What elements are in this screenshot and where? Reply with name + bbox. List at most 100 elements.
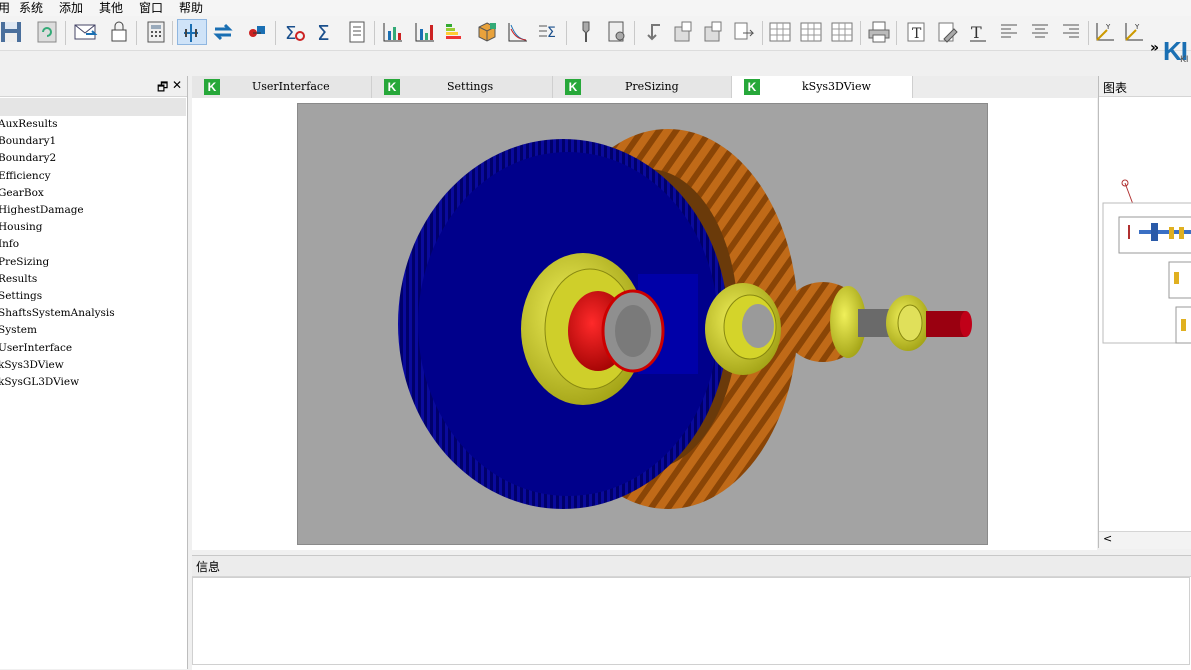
tree-item[interactable]: Boundary1 bbox=[0, 133, 56, 150]
tree-item[interactable]: Boundary2 bbox=[0, 150, 56, 167]
toolbar: Σ Σ Σ T T Y Y » KI bbox=[0, 16, 1191, 66]
table-icon[interactable] bbox=[767, 19, 793, 45]
info-panel-title: 信息 bbox=[196, 560, 221, 574]
diagram-panel: 图表 < bbox=[1098, 76, 1191, 549]
energy-icon[interactable] bbox=[442, 19, 468, 45]
tree-item[interactable]: AuxResults bbox=[0, 116, 58, 133]
document-icon[interactable] bbox=[344, 19, 370, 45]
axis-icon[interactable]: Y bbox=[1092, 19, 1118, 45]
left-tree-panel: 🗗 ✕ AuxResults Boundary1 Boundary2 Efficien… bbox=[0, 76, 188, 669]
menu-item-add[interactable]: 添加 bbox=[59, 0, 83, 16]
k-icon: K bbox=[565, 79, 581, 95]
save-icon[interactable] bbox=[0, 19, 24, 45]
export-icon[interactable] bbox=[731, 19, 757, 45]
align-right-icon[interactable] bbox=[1058, 19, 1084, 45]
horizontal-scrollbar[interactable]: < bbox=[1099, 531, 1191, 549]
toolbar-separator bbox=[374, 21, 375, 45]
node-icon[interactable] bbox=[244, 19, 270, 45]
info-output-area[interactable] bbox=[192, 577, 1190, 665]
scroll-left-arrow[interactable]: < bbox=[1103, 532, 1112, 545]
document-tab-bar: K UserInterface K Settings K PreSizing K… bbox=[192, 76, 1098, 98]
toolbar-separator bbox=[136, 21, 137, 45]
toolbar-separator bbox=[275, 21, 276, 45]
tab-presizing[interactable]: K PreSizing bbox=[553, 76, 732, 98]
tree-item[interactable]: Housing bbox=[0, 219, 42, 236]
view-area bbox=[192, 98, 1097, 550]
toolbar-separator bbox=[860, 21, 861, 45]
mail-icon[interactable] bbox=[72, 19, 98, 45]
tree-item[interactable]: kSysGL3DView bbox=[0, 374, 79, 391]
tree-item[interactable]: ShaftsSystemAnalysis bbox=[0, 305, 115, 322]
table-icon[interactable] bbox=[798, 19, 824, 45]
align-center-icon[interactable] bbox=[1027, 19, 1053, 45]
menu-item-system[interactable]: 系统 bbox=[19, 0, 43, 16]
svg-text:T: T bbox=[971, 23, 982, 42]
menu-item-window[interactable]: 窗口 bbox=[139, 0, 163, 16]
k-icon: K bbox=[384, 79, 400, 95]
info-panel: 信息 bbox=[192, 555, 1191, 670]
tree-item[interactable]: Results bbox=[0, 271, 37, 288]
tree-item[interactable]: HighestDamage bbox=[0, 202, 84, 219]
diagram-panel-header: 图表 bbox=[1099, 76, 1191, 97]
lock-icon[interactable] bbox=[106, 19, 132, 45]
export-icon[interactable] bbox=[670, 19, 696, 45]
tree-item[interactable]: kSys3DView bbox=[0, 357, 64, 374]
menu-item-help[interactable]: 帮助 bbox=[179, 0, 203, 16]
tab-settings[interactable]: K Settings bbox=[372, 76, 553, 98]
refresh-icon[interactable] bbox=[34, 19, 60, 45]
menu-item-use[interactable]: 用 bbox=[0, 0, 10, 16]
tree-root-item[interactable] bbox=[0, 98, 186, 116]
chart-icon[interactable] bbox=[380, 19, 406, 45]
analysis-icon[interactable]: Σ bbox=[282, 19, 308, 45]
align-left-icon[interactable] bbox=[996, 19, 1022, 45]
toolbar-separator bbox=[566, 21, 567, 45]
export-icon[interactable] bbox=[700, 19, 726, 45]
cube-icon[interactable] bbox=[474, 19, 500, 45]
brand-sub-label: KI bbox=[1180, 55, 1189, 65]
settings-icon[interactable] bbox=[604, 19, 630, 45]
svg-text:Y: Y bbox=[1105, 23, 1111, 31]
chart-icon[interactable] bbox=[412, 19, 438, 45]
system-diagram[interactable] bbox=[1099, 97, 1191, 531]
tree-item[interactable]: Info bbox=[0, 236, 19, 253]
arrow-icon[interactable] bbox=[640, 19, 666, 45]
toolbar-separator bbox=[634, 21, 635, 45]
menu-item-other[interactable]: 其他 bbox=[99, 0, 123, 16]
tree-item[interactable]: PreSizing bbox=[0, 254, 49, 271]
tree-item[interactable]: Efficiency bbox=[0, 168, 51, 185]
calculator-icon[interactable] bbox=[143, 19, 169, 45]
tree-item[interactable]: System bbox=[0, 322, 37, 339]
tab-label: Settings bbox=[447, 80, 494, 93]
tab-ksys3dview[interactable]: K kSys3DView bbox=[732, 76, 913, 98]
tree-item[interactable]: GearBox bbox=[0, 185, 44, 202]
curve-icon[interactable] bbox=[505, 19, 531, 45]
left-panel-header: 🗗 ✕ bbox=[0, 76, 187, 97]
text-icon[interactable]: T bbox=[903, 19, 929, 45]
tab-label: UserInterface bbox=[252, 80, 330, 93]
print-icon[interactable] bbox=[866, 19, 892, 45]
sum-icon[interactable]: Σ bbox=[312, 19, 338, 45]
table-icon[interactable] bbox=[829, 19, 855, 45]
3d-viewport[interactable] bbox=[297, 103, 988, 545]
axis-icon[interactable]: Y bbox=[1121, 19, 1147, 45]
float-panel-button[interactable]: 🗗 bbox=[157, 78, 168, 99]
toolbar-separator bbox=[172, 21, 173, 45]
toolbar-separator bbox=[65, 21, 66, 45]
svg-text:Y: Y bbox=[1134, 23, 1140, 31]
tree-item[interactable]: UserInterface bbox=[0, 340, 72, 357]
toolbar-more-button[interactable]: » bbox=[1150, 40, 1159, 56]
svg-text:Σ: Σ bbox=[317, 21, 330, 45]
diagram-panel-title: 图表 bbox=[1103, 81, 1128, 95]
align-icon[interactable] bbox=[177, 19, 207, 45]
close-panel-button[interactable]: ✕ bbox=[172, 78, 182, 92]
wrench-icon[interactable] bbox=[573, 19, 599, 45]
toolbar-separator bbox=[1088, 21, 1089, 45]
tab-user-interface[interactable]: K UserInterface bbox=[192, 76, 372, 98]
sync-icon[interactable] bbox=[210, 19, 236, 45]
gearbox-3d-model bbox=[398, 129, 972, 509]
text-icon[interactable]: T bbox=[965, 19, 991, 45]
sum-list-icon[interactable]: Σ bbox=[536, 19, 562, 45]
tree-item[interactable]: Settings bbox=[0, 288, 42, 305]
edit-icon[interactable] bbox=[934, 19, 960, 45]
info-panel-header: 信息 bbox=[192, 556, 1191, 577]
